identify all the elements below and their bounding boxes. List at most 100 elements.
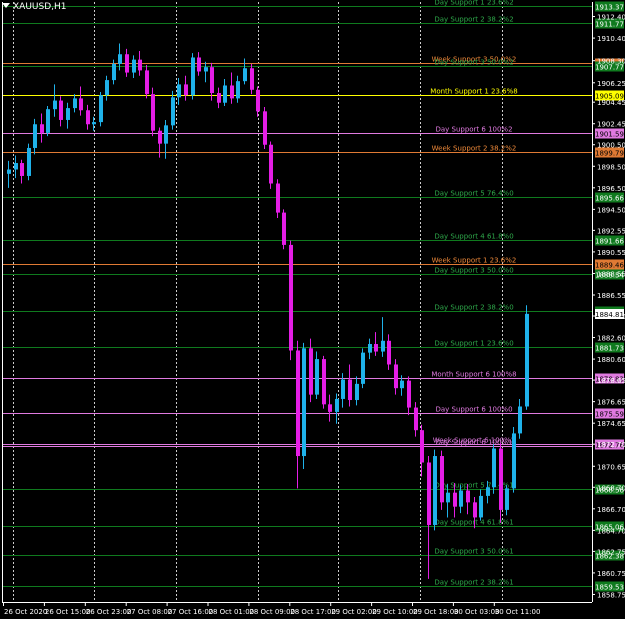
- candle-body: [105, 80, 109, 96]
- candle-body: [394, 364, 398, 389]
- candle-body: [230, 85, 234, 99]
- level-price-tag-text: 1901.59: [595, 131, 624, 139]
- candle-body: [387, 340, 391, 365]
- candle-body: [466, 490, 470, 503]
- candle-body: [479, 495, 483, 518]
- candle-body: [309, 348, 313, 395]
- candle-body: [217, 93, 221, 103]
- price-chart[interactable]: Day Support 1 23.6%2 1913.37 Day Support 2…: [0, 0, 625, 619]
- time-tick-label: 30 Oct 11:00: [495, 608, 541, 616]
- price-tick-label: 1876.65: [597, 399, 625, 407]
- price-tick-label: 1886.55: [597, 292, 625, 300]
- time-tick-label: 29 Oct 02:00: [331, 608, 377, 616]
- level-label: Day Support 4 61.8%0: [434, 233, 513, 241]
- time-tick-label: 30 Oct 03:00: [454, 608, 500, 616]
- price-tick-label: 1900.50: [597, 142, 625, 150]
- candle-body: [40, 124, 44, 133]
- candle-body: [453, 492, 457, 507]
- candle-body: [322, 359, 326, 405]
- candle-body: [440, 456, 444, 503]
- candle-body: [132, 59, 136, 73]
- symbol-label: XAUUSD,H1: [2, 2, 67, 13]
- price-tick-label: 1866.70: [597, 506, 625, 514]
- candle-body: [164, 125, 168, 144]
- price-tick-label: 1870.65: [597, 463, 625, 471]
- level-price-tag-text: 1911.77: [595, 21, 624, 29]
- level-label: Week Support 2 38.2%2: [432, 145, 517, 153]
- time-tick-label: 27 Oct 16:00: [168, 608, 214, 616]
- price-tick-label: 1910.40: [597, 35, 625, 43]
- candle-body: [328, 404, 332, 412]
- candle-body: [427, 462, 431, 525]
- symbol-text: XAUUSD,H1: [13, 2, 67, 12]
- level-label: Day Support 5 76.4%0: [434, 190, 513, 198]
- candle-body: [145, 70, 149, 95]
- level-price-tag-text: 1913.37: [595, 4, 624, 12]
- time-tick-label: 26 Oct 23:00: [86, 608, 132, 616]
- candle-body: [269, 144, 273, 184]
- level-label: Week Support 1 23.6%2: [432, 257, 517, 265]
- candle-body: [33, 124, 37, 148]
- candle-body: [368, 344, 372, 353]
- candle-body: [223, 85, 227, 103]
- level-label: Day Support 6 100%0: [435, 406, 512, 414]
- time-tick-label: 28 Oct 01:00: [209, 608, 255, 616]
- price-tick-label: 1902.45: [597, 121, 625, 129]
- candle-body: [263, 111, 267, 145]
- time-tick-label: 26 Oct 2020: [4, 608, 47, 616]
- price-tick-label: 1874.65: [597, 420, 625, 428]
- candle-body: [505, 488, 509, 510]
- candle-body: [289, 244, 293, 351]
- level-label: Day Support 3 50.0%0: [434, 267, 513, 275]
- candle-body: [66, 108, 70, 120]
- candle-body: [53, 100, 57, 110]
- price-tick-label: 1894.50: [597, 206, 625, 214]
- candle-body: [256, 89, 260, 112]
- candle-body: [20, 163, 24, 176]
- candle-body: [73, 98, 77, 109]
- candle-body: [446, 492, 450, 503]
- candle-body: [236, 81, 240, 99]
- candle-body: [276, 183, 280, 213]
- price-tick-label: 1882.60: [597, 335, 625, 343]
- level-label: Day Support 2 38.2%1: [434, 579, 513, 587]
- candle-body: [79, 98, 83, 111]
- candle-body: [86, 110, 90, 125]
- price-tick-label: 1898.50: [597, 163, 625, 171]
- level-label: Day Support 1 23.6%2: [434, 0, 513, 7]
- level-label: Day Support 2 38.2%0: [434, 304, 513, 312]
- candle-body: [7, 169, 11, 174]
- candle-body: [177, 84, 181, 98]
- candle-body: [420, 430, 424, 463]
- candle-body: [243, 68, 247, 82]
- level-label: Month Support 6 100%8: [431, 371, 516, 379]
- price-tick-label: 1860.75: [597, 570, 625, 578]
- candle-body: [210, 67, 214, 94]
- price-tick-label: 1890.55: [597, 249, 625, 257]
- price-tick-label: 1904.45: [597, 99, 625, 107]
- level-label: Day Support 3 50.0%2: [434, 59, 513, 67]
- price-tick-label: 1858.75: [597, 591, 625, 599]
- candle-body: [525, 313, 529, 407]
- time-tick-label: 28 Oct 17:00: [290, 608, 336, 616]
- time-tick-label: 28 Oct 09:00: [249, 608, 295, 616]
- candle-body: [46, 109, 50, 133]
- candle-body: [335, 398, 339, 412]
- candle-body: [59, 100, 63, 120]
- candle-body: [191, 57, 195, 96]
- candle-body: [250, 68, 254, 90]
- price-tick-label: 1872.70: [597, 441, 625, 449]
- candle-body: [315, 359, 319, 395]
- candle-body: [374, 344, 378, 352]
- candle-body: [518, 406, 522, 434]
- candle-body: [296, 350, 300, 457]
- level-price-tag-text: 1881.73: [595, 345, 624, 353]
- candle-body: [92, 122, 96, 125]
- price-tick-label: 1880.60: [597, 356, 625, 364]
- level-price-tag-text: 1889.46: [595, 262, 624, 270]
- candle-body: [414, 407, 418, 431]
- price-tick-label: 1896.50: [597, 185, 625, 193]
- candle-body: [151, 94, 155, 131]
- axes: 1912.40 1910.40 1908.30 1906.25 1904.45 1902.…: [2, 2, 625, 616]
- level-label: Month Support 1 23.6%8: [430, 88, 517, 96]
